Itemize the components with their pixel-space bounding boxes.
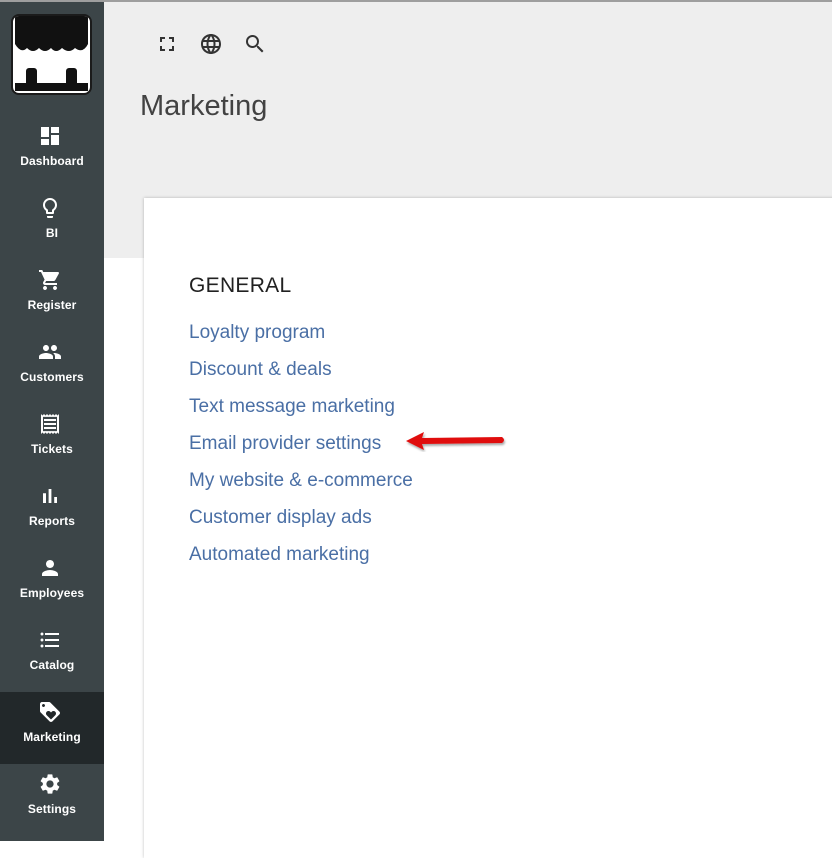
people-icon — [39, 345, 61, 359]
sidebar-item-register[interactable]: Register — [0, 260, 104, 332]
sidebar: Dashboard BI Register Customers Tickets … — [0, 2, 104, 841]
page-title: Marketing — [140, 90, 268, 122]
gear-icon — [40, 774, 60, 794]
sidebar-item-label: BI — [45, 226, 59, 240]
list-icon — [40, 632, 59, 648]
link-loyalty-program[interactable]: Loyalty program — [189, 322, 325, 344]
search-icon[interactable] — [243, 32, 267, 56]
store-logo[interactable] — [11, 14, 92, 95]
sidebar-item-reports[interactable]: Reports — [0, 476, 104, 548]
sidebar-item-label: Dashboard — [20, 154, 84, 168]
link-discount-deals[interactable]: Discount & deals — [189, 359, 332, 381]
link-email-provider-settings[interactable]: Email provider settings — [189, 433, 381, 455]
sidebar-item-label: Catalog — [29, 658, 75, 672]
settings-card: GENERAL Loyalty program Discount & deals… — [144, 198, 832, 858]
sidebar-item-label: Employees — [19, 586, 85, 600]
person-icon — [42, 560, 58, 576]
sidebar-item-marketing[interactable]: Marketing — [0, 692, 104, 764]
link-automated-marketing[interactable]: Automated marketing — [189, 544, 370, 566]
lightbulb-icon — [43, 198, 57, 218]
sidebar-item-employees[interactable]: Employees — [0, 548, 104, 620]
storefront-awning-icon — [15, 16, 88, 91]
section-title-general: GENERAL — [189, 274, 292, 297]
sidebar-item-label: Tickets — [31, 442, 73, 456]
sidebar-item-label: Register — [27, 298, 77, 312]
link-text-message-marketing[interactable]: Text message marketing — [189, 396, 395, 418]
cart-icon — [39, 270, 60, 290]
bar-chart-icon — [43, 489, 57, 503]
globe-icon[interactable] — [199, 32, 223, 56]
sidebar-item-label: Settings — [27, 802, 77, 816]
sidebar-item-catalog[interactable]: Catalog — [0, 620, 104, 692]
sidebar-item-label: Marketing — [23, 730, 81, 744]
sidebar-item-settings[interactable]: Settings — [0, 764, 104, 836]
sidebar-item-tickets[interactable]: Tickets — [0, 404, 104, 476]
sidebar-item-customers[interactable]: Customers — [0, 332, 104, 404]
sidebar-item-dashboard[interactable]: Dashboard — [0, 116, 104, 188]
link-customer-display-ads[interactable]: Customer display ads — [189, 507, 372, 529]
sidebar-item-bi[interactable]: BI — [0, 188, 104, 260]
dashboard-icon — [41, 127, 59, 145]
receipt-icon — [41, 414, 59, 434]
fullscreen-icon[interactable] — [155, 32, 179, 56]
sidebar-item-label: Customers — [20, 370, 84, 384]
sidebar-item-label: Reports — [28, 514, 76, 528]
tag-icon — [40, 702, 60, 722]
link-my-website-ecommerce[interactable]: My website & e-commerce — [189, 470, 413, 492]
red-arrow-icon — [406, 432, 504, 450]
